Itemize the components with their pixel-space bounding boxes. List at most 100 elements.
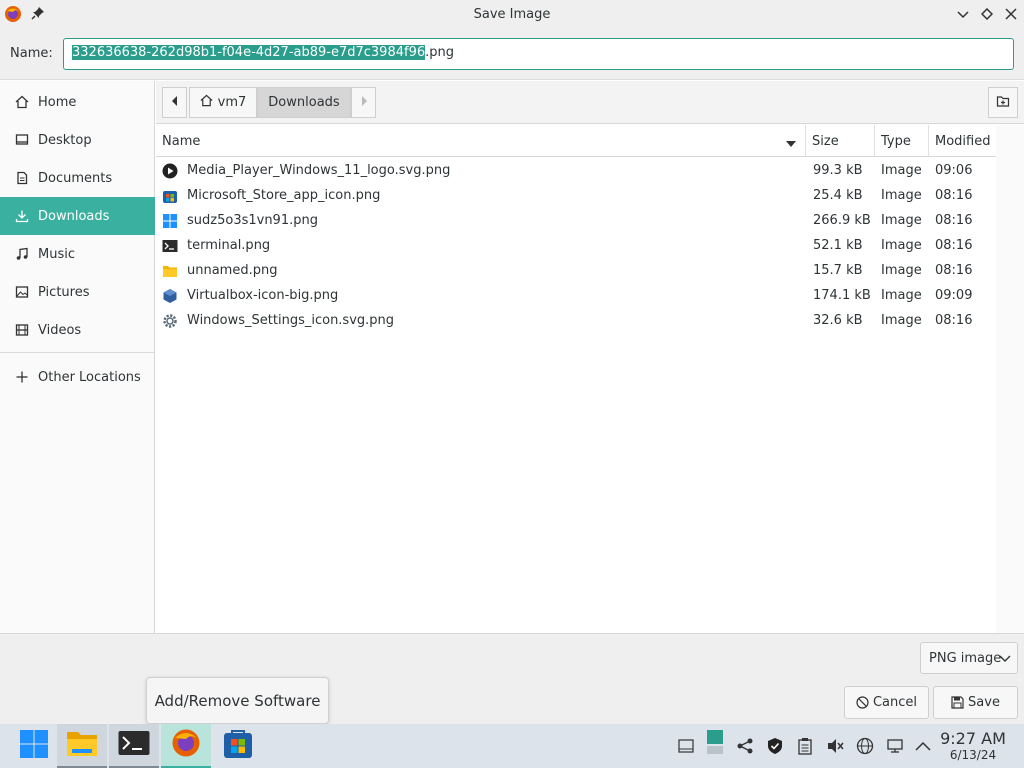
- column-header-modified[interactable]: Modified: [929, 125, 996, 157]
- column-header-size[interactable]: Size: [806, 125, 875, 157]
- scrollbar-gutter[interactable]: [996, 125, 1024, 633]
- virtual-desktop-icon[interactable]: [705, 730, 725, 754]
- chevron-up-icon[interactable]: [913, 736, 933, 756]
- save-label: Save: [968, 695, 1000, 710]
- clipboard-icon[interactable]: [795, 736, 815, 756]
- clock[interactable]: 9:27 AM 6/13/24: [937, 729, 1009, 763]
- file-modified: 08:16: [935, 238, 973, 253]
- table-row[interactable]: terminal.png 52.1 kB Image 08:16: [156, 233, 996, 258]
- file-type: Image: [881, 213, 922, 228]
- sidebar-item-label: Music: [38, 246, 75, 262]
- path-forward-button[interactable]: [351, 87, 376, 118]
- sidebar-item-home[interactable]: Home: [0, 83, 155, 121]
- sidebar-item-other-locations[interactable]: Other Locations: [0, 358, 155, 396]
- file-name: Microsoft_Store_app_icon.png: [187, 188, 381, 203]
- close-button[interactable]: [1003, 6, 1019, 22]
- file-type-select[interactable]: PNG image: [920, 642, 1018, 674]
- column-header-type[interactable]: Type: [875, 125, 929, 157]
- column-header-label: Size: [812, 133, 839, 149]
- file-list: Name Size Type Modified Media_Player_Win…: [156, 125, 1024, 633]
- start-menu-button[interactable]: [9, 724, 59, 768]
- filename-selected-text: 332636638-262d98b1-f04e-4d27-ab89-e7d7c3…: [72, 45, 426, 60]
- file-name: Virtualbox-icon-big.png: [187, 288, 339, 303]
- file-name: Media_Player_Windows_11_logo.svg.png: [187, 163, 451, 178]
- sidebar-item-documents[interactable]: Documents: [0, 159, 155, 197]
- crumb-label: Downloads: [268, 95, 340, 110]
- settings-gear-icon: [162, 308, 178, 333]
- file-name: unnamed.png: [187, 263, 278, 278]
- file-size: 15.7 kB: [813, 263, 863, 278]
- show-desktop-icon[interactable]: [676, 736, 696, 756]
- network-share-icon[interactable]: [735, 736, 755, 756]
- sidebar-item-music[interactable]: Music: [0, 235, 155, 273]
- maximize-button[interactable]: [979, 6, 995, 22]
- cancel-icon: [856, 696, 869, 709]
- path-crumb-home[interactable]: vm7: [189, 87, 257, 118]
- chevron-down-icon: [999, 653, 1011, 668]
- save-button[interactable]: Save: [933, 686, 1018, 719]
- firefox-icon: [171, 728, 201, 762]
- filename-extension: .png: [425, 45, 454, 60]
- minimize-button[interactable]: [955, 6, 971, 22]
- chevron-right-icon: [360, 95, 368, 110]
- sidebar-item-videos[interactable]: Videos: [0, 311, 155, 349]
- plus-icon: [14, 369, 30, 385]
- terminal-icon: [162, 233, 178, 258]
- clock-time: 9:27 AM: [940, 729, 1006, 748]
- home-icon: [14, 94, 30, 110]
- file-size: 174.1 kB: [813, 288, 871, 303]
- new-folder-icon: [996, 94, 1010, 112]
- sort-descending-icon: [786, 137, 796, 152]
- music-icon: [14, 246, 30, 262]
- clock-date: 6/13/24: [949, 748, 997, 762]
- folder-icon: [66, 729, 98, 761]
- file-modified: 09:09: [935, 288, 973, 303]
- taskbar-firefox[interactable]: [161, 724, 211, 768]
- taskbar: 9:27 AM 6/13/24: [0, 724, 1024, 768]
- table-row[interactable]: Microsoft_Store_app_icon.png 25.4 kB Ima…: [156, 183, 996, 208]
- taskbar-terminal[interactable]: [109, 724, 159, 768]
- file-size: 99.3 kB: [813, 163, 863, 178]
- column-header-name[interactable]: Name: [156, 125, 806, 157]
- column-header-label: Name: [162, 133, 201, 149]
- path-crumb-downloads[interactable]: Downloads: [257, 87, 351, 118]
- table-row[interactable]: unnamed.png 15.7 kB Image 08:16: [156, 258, 996, 283]
- path-back-button[interactable]: [162, 87, 187, 118]
- store-icon: [223, 729, 253, 763]
- sidebar-item-label: Videos: [38, 322, 82, 338]
- cancel-button[interactable]: Cancel: [844, 686, 929, 719]
- create-folder-button[interactable]: [988, 87, 1018, 118]
- file-modified: 08:16: [935, 213, 973, 228]
- taskbar-file-manager[interactable]: [57, 724, 107, 768]
- table-row[interactable]: sudz5o3s1vn91.png 266.9 kB Image 08:16: [156, 208, 996, 233]
- file-type: Image: [881, 163, 922, 178]
- taskbar-tooltip: Add/Remove Software: [146, 677, 329, 724]
- file-type: Image: [881, 288, 922, 303]
- table-row[interactable]: Virtualbox-icon-big.png 174.1 kB Image 0…: [156, 283, 996, 308]
- sidebar-item-label: Documents: [38, 170, 113, 186]
- security-shield-icon[interactable]: [765, 736, 785, 756]
- taskbar-software-store[interactable]: [213, 724, 263, 768]
- file-list-header: Name Size Type Modified: [156, 125, 996, 157]
- windows-start-icon: [19, 729, 49, 763]
- filename-input[interactable]: 332636638-262d98b1-f04e-4d27-ab89-e7d7c3…: [63, 38, 1014, 70]
- volume-muted-icon[interactable]: [825, 736, 845, 756]
- table-row[interactable]: Windows_Settings_icon.svg.png 32.6 kB Im…: [156, 308, 996, 333]
- cancel-label: Cancel: [872, 695, 918, 710]
- file-size: 266.9 kB: [813, 213, 871, 228]
- table-row[interactable]: Media_Player_Windows_11_logo.svg.png 99.…: [156, 158, 996, 183]
- file-modified: 08:16: [935, 188, 973, 203]
- tooltip-text: Add/Remove Software: [154, 691, 321, 710]
- file-modified: 09:06: [935, 163, 973, 178]
- sidebar-item-pictures[interactable]: Pictures: [0, 273, 155, 311]
- sidebar-item-desktop[interactable]: Desktop: [0, 121, 155, 159]
- virtualbox-icon: [162, 283, 178, 308]
- network-globe-icon[interactable]: [855, 736, 875, 756]
- documents-icon: [14, 170, 30, 186]
- file-size: 32.6 kB: [813, 313, 863, 328]
- downloads-icon: [14, 208, 30, 224]
- display-icon[interactable]: [885, 736, 905, 756]
- sidebar-item-downloads[interactable]: Downloads: [0, 197, 155, 235]
- pictures-icon: [14, 284, 30, 300]
- name-row: Name: 332636638-262d98b1-f04e-4d27-ab89-…: [0, 28, 1024, 80]
